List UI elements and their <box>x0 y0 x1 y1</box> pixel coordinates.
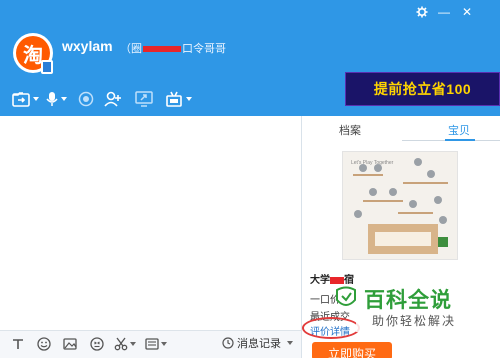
microphone-icon <box>46 92 58 106</box>
quick-phrase-button[interactable] <box>145 337 167 351</box>
screen-share-icon <box>135 91 153 107</box>
redaction-mark <box>330 276 344 284</box>
minimize-button[interactable]: — <box>437 5 451 19</box>
highlight-circle <box>302 317 360 339</box>
clock-icon <box>222 337 234 349</box>
voice-call-button[interactable] <box>46 90 67 108</box>
chevron-down-icon <box>33 97 39 101</box>
message-area[interactable] <box>0 116 302 330</box>
emoji-icon[interactable] <box>36 337 51 351</box>
image-caption: Let's Play Together <box>351 160 394 166</box>
chevron-down-icon <box>61 97 67 101</box>
font-icon[interactable] <box>10 337 25 351</box>
promo-banner[interactable]: 提前抢立省100 <box>345 72 500 106</box>
scissors-icon <box>114 337 128 351</box>
voice-icon <box>78 91 94 107</box>
watermark-subtitle: 助你轻松解决 <box>372 314 457 328</box>
signature-suffix: 口令哥哥 <box>182 43 226 55</box>
product-title-suffix: 宿 <box>344 275 354 286</box>
promo-text: 提前抢立省100 <box>373 81 472 97</box>
add-contact-icon <box>104 91 121 107</box>
close-button[interactable]: ✕ <box>460 5 474 19</box>
baike-logo-icon <box>334 286 358 312</box>
mobile-online-icon <box>41 60 53 74</box>
tab-profile[interactable]: 档案 <box>339 122 361 138</box>
chevron-down-icon <box>161 342 167 346</box>
chevron-down-icon <box>287 341 293 345</box>
history-label: 消息记录 <box>237 338 281 350</box>
message-history-button[interactable]: 消息记录 <box>222 335 293 351</box>
shake-icon[interactable] <box>89 337 104 351</box>
tab-product[interactable]: 宝贝 <box>448 122 470 138</box>
screenshot-button[interactable] <box>114 337 136 351</box>
gear-icon[interactable] <box>415 5 429 19</box>
chevron-down-icon <box>130 342 136 346</box>
redaction-mark <box>143 46 181 53</box>
product-image[interactable]: Let's Play Together <box>342 151 458 260</box>
keyboard-icon <box>145 338 159 350</box>
watermark-title: 百科全说 <box>364 289 452 312</box>
tab-active-indicator <box>445 139 475 141</box>
voice-message-button[interactable] <box>78 90 94 108</box>
product-title-prefix: 大学 <box>310 275 330 286</box>
screen-share-button[interactable] <box>135 90 153 108</box>
contact-signature: （圈 口令哥哥 <box>120 40 226 56</box>
signature-prefix: （圈 <box>120 43 142 55</box>
product-title[interactable]: 大学 宿 <box>310 271 354 286</box>
buy-now-button[interactable]: 立即购买 <box>312 342 392 358</box>
image-icon[interactable] <box>62 337 77 351</box>
chevron-down-icon <box>186 97 192 101</box>
folder-transfer-icon <box>12 92 30 107</box>
remote-assist-button[interactable] <box>165 90 192 108</box>
add-contact-button[interactable] <box>104 90 122 108</box>
contact-name: wxylam <box>62 38 113 54</box>
file-transfer-button[interactable] <box>12 90 39 108</box>
remote-assist-icon <box>166 91 182 107</box>
